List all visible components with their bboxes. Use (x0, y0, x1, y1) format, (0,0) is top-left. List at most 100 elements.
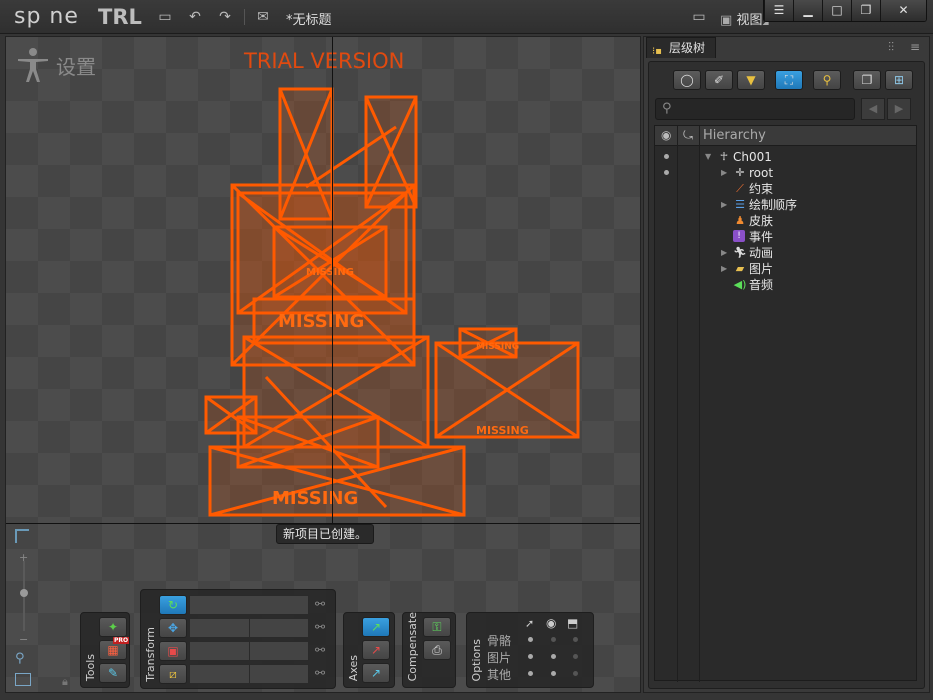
search-icon: ⚲ (662, 101, 672, 116)
options-row-other: 其他 (487, 668, 512, 682)
filter-slots-button[interactable]: ✐ (705, 70, 733, 90)
images-names-toggle[interactable] (573, 654, 578, 659)
shear-value-field[interactable] (189, 664, 309, 684)
compensate-group: Compensate ⚿ ⎙ (402, 612, 456, 688)
view-menu-icon: ▣ (720, 13, 733, 28)
cursor-icon[interactable]: ➚ (525, 617, 534, 630)
zoom-out-icon[interactable]: − (19, 633, 28, 646)
tree-row-audio[interactable]: ◀) 音频 (721, 277, 901, 293)
eye-icon[interactable]: ◉ (546, 616, 556, 630)
filter-funnel-button[interactable]: ▼ (737, 70, 765, 90)
menu-button[interactable]: ☰ (764, 0, 793, 21)
new-item-button[interactable]: ⊞ (885, 70, 913, 90)
fit-view-icon[interactable] (15, 529, 29, 543)
world-axes-button[interactable]: ↗ (362, 663, 390, 683)
tree-row-label: Ch001 (733, 150, 772, 164)
shear-tool-button[interactable]: ⧄ (159, 664, 187, 684)
scale-tool-button[interactable]: ▣ (159, 641, 187, 661)
tree-row-events[interactable]: ! 事件 (721, 229, 901, 245)
visibility-column-icon[interactable]: ◉ (661, 128, 671, 142)
local-axes-button[interactable]: ↗ (362, 617, 390, 637)
windowed-icon[interactable]: ▭ (690, 8, 708, 26)
panel-menu-icon[interactable]: ≡ (910, 40, 920, 54)
tree-row-skeleton[interactable]: ▼ ☥ Ch001 (705, 149, 905, 165)
bones-visible-toggle[interactable] (551, 637, 556, 642)
images-select-toggle[interactable] (528, 654, 533, 659)
link-icon[interactable]: ⚯ (315, 620, 325, 634)
filter-bones-button[interactable]: ◯ (673, 70, 701, 90)
search-input[interactable]: ⚲ (655, 98, 855, 120)
find-replace-button[interactable]: ⚲ (813, 70, 841, 90)
bone-icon: ✛ (735, 166, 745, 179)
visibility-toggle[interactable] (664, 154, 669, 159)
bones-select-toggle[interactable] (528, 637, 533, 642)
previous-result-button[interactable]: ◀ (861, 98, 885, 120)
tools-label: Tools (84, 653, 97, 681)
translate-value-field[interactable] (189, 618, 309, 638)
expand-arrow-icon[interactable]: ▶ (721, 197, 727, 213)
tree-row-animations[interactable]: ▶ 🏃︎ 动画 (721, 245, 901, 261)
maximize-button[interactable]: □ (822, 0, 851, 21)
frame-icon[interactable] (15, 673, 31, 686)
rotate-tool-button[interactable]: ↻ (159, 595, 187, 615)
collapse-button[interactable]: ❐ (853, 70, 881, 90)
tree-row-constraints[interactable]: ⟋ 约束 (721, 181, 901, 197)
compensate-bones-button[interactable]: ⚿ (423, 617, 451, 637)
expand-arrow-icon[interactable]: ▼ (705, 149, 711, 165)
other-visible-toggle[interactable] (551, 671, 556, 676)
minimize-button[interactable]: ▁ (793, 0, 822, 21)
pose-tool-button[interactable]: ✦ (99, 617, 127, 637)
axes-label: Axes (347, 654, 360, 681)
tree-row-label: 约束 (749, 182, 774, 196)
skeleton-artwork[interactable]: MISSING MISSING MISSING MISSING MISSING (6, 37, 641, 537)
parent-axes-button[interactable]: ↗ (362, 640, 390, 660)
options-row-images: 图片 (487, 651, 512, 665)
close-button[interactable]: ✕ (880, 0, 926, 21)
next-result-button[interactable]: ▶ (887, 98, 911, 120)
visibility-toggle[interactable] (664, 170, 669, 175)
lock-icon[interactable]: 🔒︎ (62, 675, 68, 689)
magnifier-icon[interactable]: ⚲ (15, 651, 25, 666)
tree-row-label: 皮肤 (749, 214, 774, 228)
images-visible-toggle[interactable] (551, 654, 556, 659)
envelope-icon[interactable]: ✉ (254, 8, 272, 26)
missing-label: MISSING (476, 342, 519, 352)
axes-group: Axes ↗ ↗ ↗ (343, 612, 395, 688)
redo-icon[interactable]: ↷ (216, 8, 234, 26)
tree-row-draw-order[interactable]: ▶ ☰ 绘制顺序 (721, 197, 901, 213)
open-folder-icon[interactable]: ▭ (156, 8, 174, 26)
other-names-toggle[interactable] (573, 671, 578, 676)
other-select-toggle[interactable] (528, 671, 533, 676)
missing-label: MISSING (278, 311, 364, 332)
focus-selection-button[interactable]: ⛶ (775, 70, 803, 90)
tree-row-images[interactable]: ▶ ▰ 图片 (721, 261, 901, 277)
tree-row-skins[interactable]: ♟ 皮肤 (721, 213, 901, 229)
create-tool-button[interactable]: ✎ (99, 663, 127, 683)
scale-value-field[interactable] (189, 641, 309, 661)
compensate-images-button[interactable]: ⎙ (423, 640, 451, 660)
images-icon: ▰ (735, 262, 745, 275)
expand-arrow-icon[interactable]: ▶ (721, 261, 727, 277)
tree-row-root[interactable]: ▶ ✛ root (721, 165, 901, 181)
hierarchy-panel: ⁝▪ 层级树 ⫶⫶ ≡ ◯ ✐ ▼ ⛶ ⚲ ❐ ⊞ ⚲ ◀ ▶ ◉ ⤿ Hier… (643, 36, 930, 693)
bones-names-toggle[interactable] (573, 637, 578, 642)
expand-arrow-icon[interactable]: ▶ (721, 245, 727, 261)
link-icon[interactable]: ⚯ (315, 597, 325, 611)
document-title: *无标题 (286, 13, 332, 28)
translate-tool-button[interactable]: ✥ (159, 618, 187, 638)
key-column-icon[interactable]: ⤿ (683, 128, 693, 143)
draw-order-icon: ☰ (735, 198, 745, 211)
editor-viewport[interactable]: 设置 TRIAL VERSION MISSING MISSING MISSING… (5, 36, 641, 693)
tree-header-label: Hierarchy (703, 128, 766, 143)
zoom-slider-handle[interactable] (20, 589, 28, 597)
link-icon[interactable]: ⚯ (315, 643, 325, 657)
expand-arrow-icon[interactable]: ▶ (721, 165, 727, 181)
link-icon[interactable]: ⚯ (315, 666, 325, 680)
tab-hierarchy[interactable]: ⁝▪ 层级树 (646, 37, 716, 58)
tag-icon[interactable]: ⬒ (567, 616, 578, 630)
undo-icon[interactable]: ↶ (186, 8, 204, 26)
rotate-value-field[interactable] (189, 595, 309, 615)
restore-button[interactable]: ❐ (851, 0, 880, 21)
view-menu[interactable]: ▣ 视图◢ (720, 9, 769, 28)
panel-settings-icon[interactable]: ⫶⫶ (888, 40, 894, 55)
